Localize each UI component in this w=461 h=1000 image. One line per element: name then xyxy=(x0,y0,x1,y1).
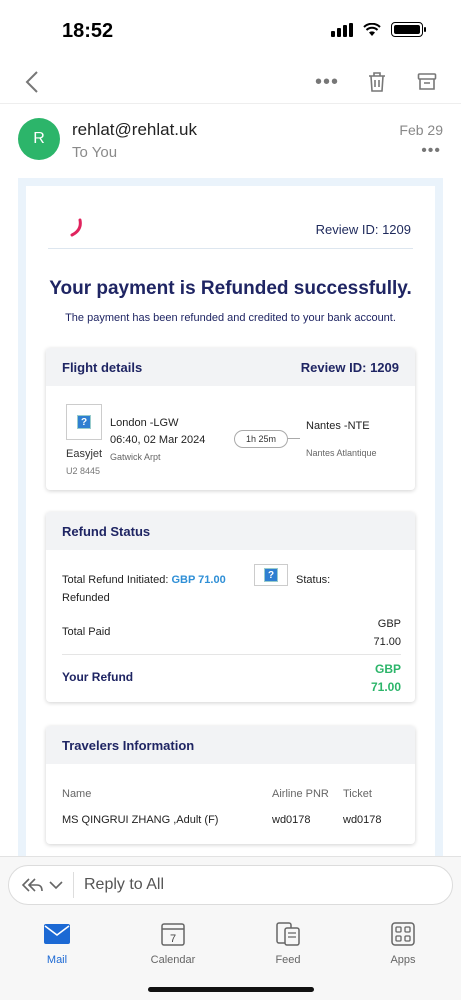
back-button[interactable] xyxy=(18,68,46,96)
tab-feed[interactable]: Feed xyxy=(248,920,328,966)
tab-bar: Mail 7 Calendar Feed Apps xyxy=(0,914,461,1000)
message-toolbar: ••• xyxy=(0,60,461,104)
your-refund-value: 71.00 xyxy=(370,680,401,694)
flight-details-title: Flight details xyxy=(62,359,143,375)
reply-bar: Reply to All xyxy=(0,856,461,914)
archive-button[interactable] xyxy=(414,68,440,96)
tab-mail-label: Mail xyxy=(46,954,68,966)
broken-image-icon: ? xyxy=(264,568,278,582)
departure-airport: Gatwick Arpt xyxy=(110,452,161,462)
travelers-header: Travelers Information xyxy=(46,726,415,764)
flight-review-id: Review ID: 1209 xyxy=(300,359,399,375)
tab-apps-label: Apps xyxy=(390,954,416,966)
battery-icon xyxy=(391,22,426,37)
total-paid-value: 71.00 xyxy=(373,636,401,648)
your-refund-currency: GBP xyxy=(374,662,401,676)
message-date: Feb 29 xyxy=(399,122,443,138)
svg-text:7: 7 xyxy=(170,933,176,945)
reply-all-icon xyxy=(21,878,43,892)
reply-all-button[interactable]: Reply to All xyxy=(8,865,453,905)
status-image: ? xyxy=(254,564,288,586)
refund-initiated-label: Total Refund Initiated: xyxy=(62,574,169,586)
divider xyxy=(48,248,413,249)
trash-icon xyxy=(369,72,385,92)
tab-calendar-label: Calendar xyxy=(150,954,196,966)
sender-email[interactable]: rehlat@rehlat.uk xyxy=(72,120,197,140)
sender-header: R rehlat@rehlat.uk To You Feb 29 ••• xyxy=(0,116,461,176)
departure-time: 06:40, 02 Mar 2024 xyxy=(110,434,206,446)
arrival-airport: Nantes Atlantique xyxy=(306,448,377,458)
mail-icon xyxy=(44,924,70,944)
airline-logo: ? xyxy=(66,404,102,440)
status-value: Refunded xyxy=(62,592,110,604)
avatar[interactable]: R xyxy=(18,118,60,160)
home-indicator[interactable] xyxy=(148,987,314,992)
flight-details-header: Flight details Review ID: 1209 xyxy=(46,348,415,386)
apps-icon xyxy=(391,922,415,946)
email-body: Review ID: 1209 Your payment is Refunded… xyxy=(18,178,443,878)
travelers-card: Travelers Information Name Airline PNR T… xyxy=(46,726,415,844)
flight-details-card: Flight details Review ID: 1209 ? Easyjet… xyxy=(46,348,415,490)
reply-all-label: Reply to All xyxy=(84,876,165,893)
tab-apps[interactable]: Apps xyxy=(363,920,443,966)
travelers-title: Travelers Information xyxy=(62,737,195,753)
total-paid-label: Total Paid xyxy=(62,626,111,638)
refund-status-card: Refund Status Total Refund Initiated: GB… xyxy=(46,512,415,702)
divider xyxy=(62,654,401,655)
tab-calendar[interactable]: 7 Calendar xyxy=(133,920,213,966)
page-title: Your payment is Refunded successfully. xyxy=(49,278,412,299)
rehlat-logo-icon xyxy=(70,218,82,237)
status-label: Status: xyxy=(296,574,331,586)
total-paid-currency: GBP xyxy=(377,618,401,630)
tab-mail[interactable]: Mail xyxy=(17,920,97,966)
divider xyxy=(73,872,74,898)
calendar-icon: 7 xyxy=(161,923,185,946)
column-header-ticket: Ticket xyxy=(343,788,372,800)
departure-city: London -LGW xyxy=(110,417,179,429)
wifi-icon xyxy=(363,22,381,36)
refund-initiated-amount: GBP 71.00 xyxy=(171,574,226,586)
feed-icon xyxy=(276,922,300,946)
sender-more-button[interactable]: ••• xyxy=(421,142,441,160)
column-header-pnr: Airline PNR xyxy=(272,788,329,800)
chevron-left-icon xyxy=(25,71,38,93)
column-header-name: Name xyxy=(62,788,92,800)
your-refund-label: Your Refund xyxy=(62,670,134,684)
status-time: 18:52 xyxy=(62,20,114,42)
archive-icon xyxy=(417,73,437,90)
delete-button[interactable] xyxy=(364,68,390,96)
flight-number: U2 8445 xyxy=(66,466,101,476)
traveler-ticket: wd0178 xyxy=(343,814,382,826)
refund-status-header: Refund Status xyxy=(46,512,415,550)
refund-status-title: Refund Status xyxy=(62,523,151,539)
refund-initiated: Total Refund Initiated: GBP 71.00 xyxy=(62,574,226,586)
recipient-label[interactable]: To You xyxy=(72,144,117,161)
broken-image-icon: ? xyxy=(77,415,91,429)
traveler-name: MS QINGRUI ZHANG ,Adult (F) xyxy=(62,814,219,826)
tab-feed-label: Feed xyxy=(275,954,301,966)
status-bar: 18:52 xyxy=(0,0,461,58)
email-card: Review ID: 1209 Your payment is Refunded… xyxy=(26,186,435,878)
flight-duration: 1h 25m xyxy=(234,430,288,448)
chevron-down-icon[interactable] xyxy=(49,880,63,890)
review-id-top: Review ID: 1209 xyxy=(315,222,411,237)
more-options-button[interactable]: ••• xyxy=(312,68,342,96)
signal-icon xyxy=(331,22,353,37)
status-icons xyxy=(331,22,426,37)
arrival-city: Nantes -NTE xyxy=(306,420,370,432)
traveler-pnr: wd0178 xyxy=(272,814,311,826)
page-subtitle: The payment has been refunded and credit… xyxy=(65,312,396,324)
airline-name: Easyjet xyxy=(66,448,103,460)
